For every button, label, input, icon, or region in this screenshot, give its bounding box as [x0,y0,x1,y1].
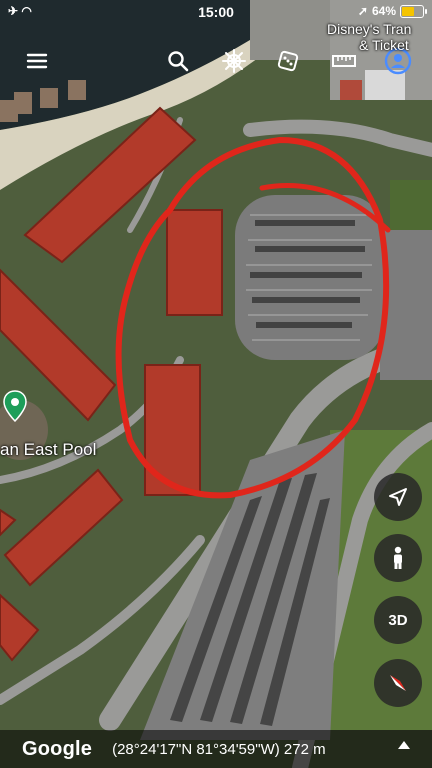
poi-label-line1: Disney's Tran [327,21,412,37]
3d-toggle-button[interactable]: 3D [374,596,422,644]
google-logo: Google [22,737,93,760]
location-services-icon: ➚ [357,4,368,18]
dice-icon[interactable] [273,46,303,76]
satellite-map[interactable] [0,0,432,768]
ship-wheel-icon[interactable] [219,46,249,76]
battery-percent: 64% [371,4,396,18]
pegman-icon[interactable] [374,534,422,582]
expand-up-icon[interactable] [398,741,410,749]
pool-label[interactable]: an East Pool [0,440,96,460]
navigation-arrow-icon[interactable] [374,473,422,521]
battery-icon [400,4,427,18]
map-pin-icon[interactable] [3,390,27,422]
bottom-bar: Google (28°24'17"N 81°34'59"W) 272 m [0,730,432,768]
menu-icon[interactable] [22,46,52,76]
compass-icon[interactable] [374,659,422,707]
poi-label[interactable]: Disney's Tran & Ticket [327,21,411,53]
battery-fill [402,6,415,16]
poi-label-line2: & Ticket [359,37,409,53]
coordinates-readout: (28°24'17"N 81°34'59"W) 272 m [112,740,326,758]
status-right: ➚ 64% [357,4,427,18]
search-icon[interactable] [163,46,193,76]
